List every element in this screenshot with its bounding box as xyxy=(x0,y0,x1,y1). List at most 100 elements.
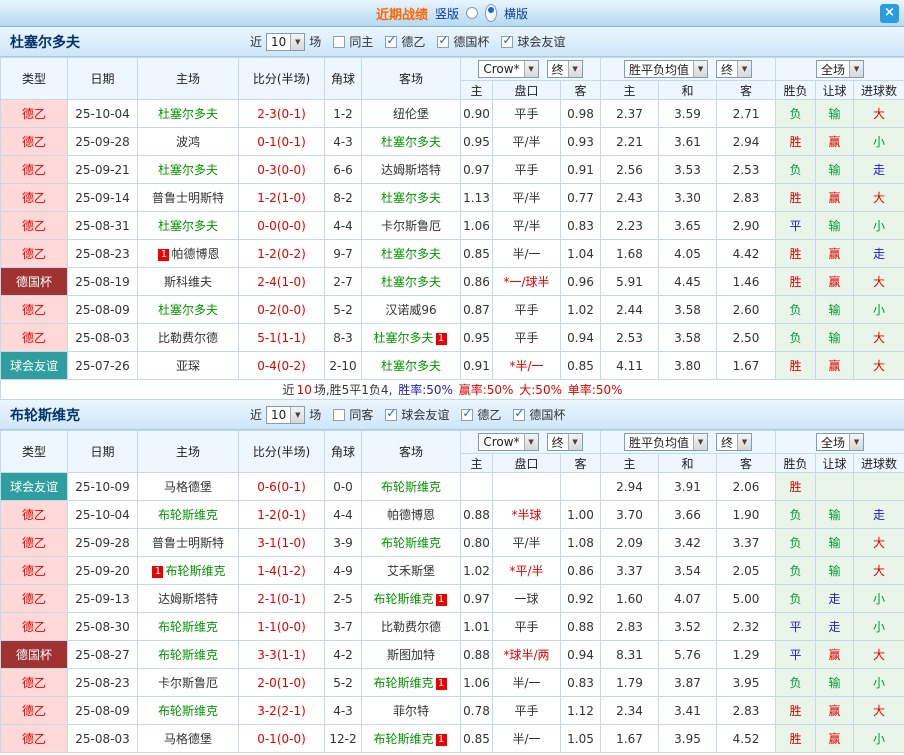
away-team-name[interactable]: 布轮斯维克 xyxy=(373,592,433,606)
same-venue-checkbox[interactable] xyxy=(333,36,345,48)
home-team-name[interactable]: 普鲁士明斯特 xyxy=(152,191,224,205)
away-team-name[interactable]: 杜塞尔多夫 xyxy=(381,247,441,261)
euro-away-odds: 2.53 xyxy=(717,156,776,184)
match-count-select[interactable]: 10▼ xyxy=(266,406,305,424)
home-team-name[interactable]: 杜塞尔多夫 xyxy=(158,219,218,233)
score-cell[interactable]: 2-3(0-1) xyxy=(239,100,325,128)
match-count-select-value: 10 xyxy=(267,35,290,49)
corner-cell: 1-2 xyxy=(325,100,362,128)
home-team-name[interactable]: 亚琛 xyxy=(176,359,200,373)
league-checkbox-3[interactable] xyxy=(501,36,513,48)
away-team-name[interactable]: 杜塞尔多夫 xyxy=(373,331,433,345)
score-cell[interactable]: 0-1(0-0) xyxy=(239,725,325,753)
close-button[interactable]: × xyxy=(880,4,899,23)
away-team-name[interactable]: 杜塞尔多夫 xyxy=(381,191,441,205)
euro-mean-select[interactable]: 胜平负均值▼ xyxy=(624,60,708,78)
score-cell[interactable]: 0-1(0-1) xyxy=(239,128,325,156)
home-team-name[interactable]: 马格德堡 xyxy=(164,732,212,746)
home-team-name[interactable]: 普鲁士明斯特 xyxy=(152,536,224,550)
away-team-name[interactable]: 达姆斯塔特 xyxy=(381,163,441,177)
home-team-name[interactable]: 波鸿 xyxy=(176,135,200,149)
away-team-name[interactable]: 斯图加特 xyxy=(387,648,435,662)
match-count-select[interactable]: 10▼ xyxy=(266,33,305,51)
scope-select[interactable]: 全场▼ xyxy=(816,433,864,451)
home-team-name[interactable]: 布轮斯维克 xyxy=(158,704,218,718)
league-checkbox-3[interactable] xyxy=(513,409,525,421)
vertical-radio[interactable] xyxy=(466,7,478,19)
score-cell[interactable]: 3-2(2-1) xyxy=(239,697,325,725)
date-cell: 25-08-30 xyxy=(68,613,138,641)
away-team-name[interactable]: 布轮斯维克 xyxy=(381,536,441,550)
away-team-name[interactable]: 布轮斯维克 xyxy=(373,732,433,746)
score-cell[interactable]: 5-1(1-1) xyxy=(239,324,325,352)
home-team-name[interactable]: 比勒费尔德 xyxy=(158,331,218,345)
home-team-name[interactable]: 布轮斯维克 xyxy=(158,648,218,662)
away-team-name[interactable]: 帕德博恩 xyxy=(387,508,435,522)
away-team-name[interactable]: 纽伦堡 xyxy=(393,107,429,121)
score-cell[interactable]: 1-1(0-0) xyxy=(239,613,325,641)
home-team-name[interactable]: 斯科维夫 xyxy=(164,275,212,289)
away-team-name[interactable]: 布轮斯维克 xyxy=(381,480,441,494)
home-team-name[interactable]: 帕德博恩 xyxy=(171,247,219,261)
horizontal-radio[interactable] xyxy=(485,4,497,22)
away-team-cell: 杜塞尔多夫 xyxy=(362,128,461,156)
home-team-cell: 波鸿 xyxy=(138,128,239,156)
score-cell[interactable]: 1-2(0-2) xyxy=(239,240,325,268)
league-checkbox-1[interactable] xyxy=(385,36,397,48)
score-cell[interactable]: 2-4(1-0) xyxy=(239,268,325,296)
home-team-name[interactable]: 布轮斯维克 xyxy=(158,620,218,634)
away-team-name[interactable]: 杜塞尔多夫 xyxy=(381,135,441,149)
asian-away-odds: 0.85 xyxy=(561,352,601,380)
euro-mean-select[interactable]: 胜平负均值▼ xyxy=(624,433,708,451)
euro-away-odds: 2.32 xyxy=(717,613,776,641)
league-checkbox-1[interactable] xyxy=(385,409,397,421)
score-cell[interactable]: 2-0(1-0) xyxy=(239,669,325,697)
col-header-home: 主场 xyxy=(138,431,239,473)
asian-away-odds: 0.98 xyxy=(561,100,601,128)
score-cell[interactable]: 2-1(0-1) xyxy=(239,585,325,613)
score-cell[interactable]: 0-4(0-2) xyxy=(239,352,325,380)
home-team-name[interactable]: 卡尔斯鲁厄 xyxy=(158,676,218,690)
away-team-name[interactable]: 杜塞尔多夫 xyxy=(381,275,441,289)
euro-draw-odds: 3.80 xyxy=(659,352,717,380)
match-row: 德乙25-09-28普鲁士明斯特3-1(1-0)3-9布轮斯维克0.80平/半1… xyxy=(1,529,904,557)
home-team-name[interactable]: 杜塞尔多夫 xyxy=(158,107,218,121)
away-team-name[interactable]: 汉诺威96 xyxy=(385,303,436,317)
score-cell[interactable]: 0-0(0-0) xyxy=(239,212,325,240)
handicap-line: 平手 xyxy=(493,324,561,352)
odds-company-select[interactable]: Crow*▼ xyxy=(478,60,538,78)
score-cell[interactable]: 0-6(0-1) xyxy=(239,473,325,501)
euro-time-select[interactable]: 终▼ xyxy=(716,60,752,78)
home-team-name[interactable]: 杜塞尔多夫 xyxy=(158,163,218,177)
same-venue-checkbox[interactable] xyxy=(333,409,345,421)
home-team-name[interactable]: 达姆斯塔特 xyxy=(158,592,218,606)
league-checkbox-2[interactable] xyxy=(461,409,473,421)
away-team-name[interactable]: 卡尔斯鲁厄 xyxy=(381,219,441,233)
score-cell[interactable]: 0-3(0-0) xyxy=(239,156,325,184)
league-checkbox-label: 球会友谊 xyxy=(517,33,565,50)
scope-select[interactable]: 全场▼ xyxy=(816,60,864,78)
home-team-name[interactable]: 布轮斯维克 xyxy=(158,508,218,522)
league-checkbox-2[interactable] xyxy=(437,36,449,48)
away-team-name[interactable]: 菲尔特 xyxy=(393,704,429,718)
odds-time-select[interactable]: 终▼ xyxy=(547,433,583,451)
result-goals-cell: 大 xyxy=(854,352,904,380)
score-cell[interactable]: 1-2(0-1) xyxy=(239,501,325,529)
away-team-name[interactable]: 布轮斯维克 xyxy=(373,676,433,690)
score-cell[interactable]: 1-2(1-0) xyxy=(239,184,325,212)
score-cell[interactable]: 3-1(1-0) xyxy=(239,529,325,557)
away-team-name[interactable]: 比勒费尔德 xyxy=(381,620,441,634)
odds-company-select[interactable]: Crow*▼ xyxy=(478,433,538,451)
home-team-name[interactable]: 杜塞尔多夫 xyxy=(158,303,218,317)
date-cell: 25-10-09 xyxy=(68,473,138,501)
home-team-name[interactable]: 布轮斯维克 xyxy=(165,564,225,578)
date-cell: 25-08-19 xyxy=(68,268,138,296)
score-cell[interactable]: 0-2(0-0) xyxy=(239,296,325,324)
away-team-name[interactable]: 艾禾斯堡 xyxy=(387,564,435,578)
euro-time-select[interactable]: 终▼ xyxy=(716,433,752,451)
home-team-name[interactable]: 马格德堡 xyxy=(164,480,212,494)
away-team-name[interactable]: 杜塞尔多夫 xyxy=(381,359,441,373)
odds-time-select[interactable]: 终▼ xyxy=(547,60,583,78)
score-cell[interactable]: 1-4(1-2) xyxy=(239,557,325,585)
score-cell[interactable]: 3-3(1-1) xyxy=(239,641,325,669)
